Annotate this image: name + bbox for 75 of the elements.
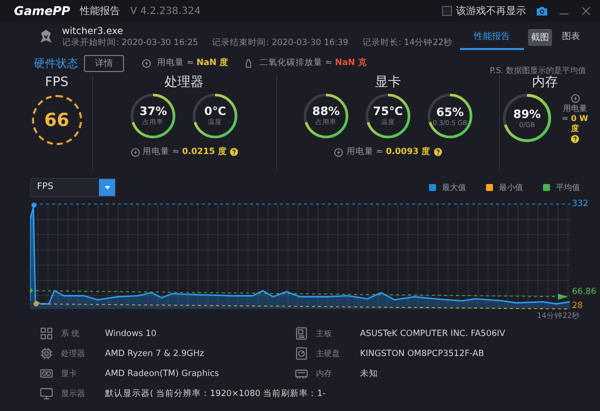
- group-title: 处理器: [164, 75, 204, 91]
- help-icon[interactable]: [230, 148, 238, 156]
- metric-dropdown[interactable]: FPS: [30, 178, 116, 196]
- info-value: ASUSTeK COMPUTER INC. FA506IV: [360, 328, 506, 338]
- gauge-ring: [300, 91, 351, 141]
- info-label: 主板: [315, 328, 333, 339]
- tab[interactable]: 图表: [556, 24, 586, 50]
- gauge-ring: [190, 91, 240, 141]
- section-title: 硬件状态: [34, 56, 78, 70]
- legend-label: 最小值: [499, 182, 523, 192]
- power-usage-text: 用电量 ≈ NaN 度: [157, 57, 228, 69]
- gauge-value: 75℃: [373, 105, 403, 118]
- gauge-value: 88%: [312, 105, 340, 118]
- info-value: Windows 10: [105, 328, 156, 338]
- gauge-value: 37%: [139, 105, 167, 118]
- fps-label: FPS: [44, 75, 69, 91]
- monitor-icon: [40, 387, 53, 400]
- min-value-label: 28: [572, 301, 583, 311]
- info-label: 系 统: [60, 328, 81, 339]
- info-value: KINGSTON OM8PCP3512F-AB: [360, 348, 484, 358]
- avg-value-label: 66.86: [572, 287, 596, 297]
- power-usage-text: 用电量 ≈ 0 W 度: [560, 104, 590, 134]
- start-time: 记录开始时间: 2020-03-30 16:25: [62, 36, 198, 48]
- power-usage-text: 用电量 ≈ 0.0215 度: [142, 146, 227, 158]
- info-label: 显卡: [60, 368, 78, 379]
- info-value: AMD Radeon(TM) Graphics: [105, 368, 219, 378]
- info-value: 默认显示器( 当前分辨率：1920×1080 当前刷新率：1-: [105, 388, 326, 400]
- group-title: 显卡: [374, 75, 401, 91]
- help-icon[interactable]: [434, 148, 442, 156]
- info-label: 处理器: [60, 348, 86, 359]
- gauge-ring: [424, 91, 475, 141]
- bottle-icon: [244, 58, 254, 68]
- gauge-value: 0℃: [204, 105, 226, 118]
- hide-checkbox[interactable]: 该游戏不再显示: [442, 4, 526, 18]
- info-label: 内存: [315, 368, 333, 379]
- grid-icon: [40, 327, 53, 340]
- note-text: P.S. 数据图显示的是平均值: [490, 64, 586, 75]
- graphics-card-icon: [40, 367, 53, 380]
- power-icon: [334, 148, 344, 156]
- gauge-value: 89%: [513, 108, 541, 120]
- co2-emission-text: 二氧化碳排放量 ≈ NaN 克: [259, 57, 367, 69]
- power-icon: [142, 58, 151, 68]
- gauge-ring: [362, 91, 413, 141]
- emblem-icon: [38, 29, 54, 45]
- max-value-label: 332: [572, 199, 588, 209]
- info-label: 主硬盘: [315, 348, 341, 359]
- app-logo: GamePP: [14, 4, 70, 18]
- info-label: 显示器: [60, 388, 86, 399]
- close-icon[interactable]: [580, 5, 592, 17]
- info-value: AMD Ryzen 7 & 2.9GHz: [105, 348, 204, 358]
- duration-text: 记录时长: 14分钟22秒: [362, 36, 453, 48]
- power-icon: [570, 94, 580, 102]
- version-label: V 4.2.238.324: [130, 6, 201, 16]
- chip-icon: [40, 347, 53, 360]
- exe-name: witcher3.exe: [62, 26, 124, 36]
- board-icon: [295, 327, 308, 340]
- disk-icon: [295, 347, 308, 360]
- fps-value: 66: [44, 110, 70, 130]
- gauge-value: 65%: [436, 106, 464, 118]
- gauge-ring: [128, 91, 178, 141]
- end-time: 记录结束时间: 2020-03-30 16:39: [212, 36, 348, 48]
- legend-label: 最大值: [442, 182, 466, 192]
- group-title: 内存: [532, 75, 558, 91]
- screenshot-button[interactable]: 截图: [528, 28, 552, 46]
- tab[interactable]: 性能报告: [460, 24, 524, 50]
- help-icon[interactable]: [571, 134, 579, 142]
- window-title: 性能报告: [80, 4, 120, 18]
- legend-label: 平均值: [556, 182, 580, 192]
- memory-icon: [295, 367, 308, 380]
- info-value: 未知: [360, 368, 378, 380]
- camera-icon[interactable]: [536, 5, 548, 17]
- power-usage-text: 用电量 ≈ 0.0093 度: [346, 146, 431, 158]
- details-button[interactable]: 详情: [84, 54, 124, 72]
- gauge-ring: [500, 91, 554, 145]
- power-icon: [130, 148, 140, 156]
